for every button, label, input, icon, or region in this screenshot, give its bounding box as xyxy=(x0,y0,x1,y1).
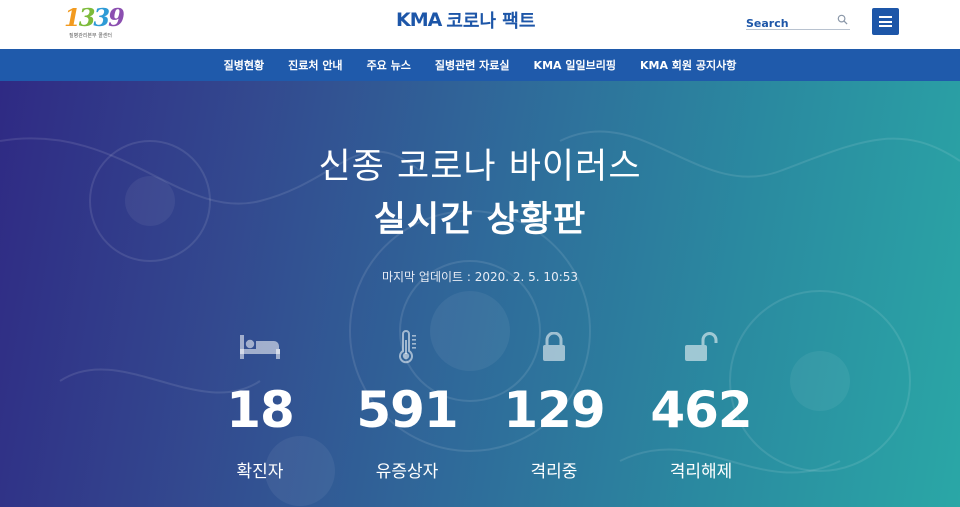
stat-label: 격리해제 xyxy=(669,462,733,482)
nav-item-news[interactable]: 주요 뉴스 xyxy=(355,57,423,73)
stat-label: 격리중 xyxy=(530,462,578,482)
stat-value: 18 xyxy=(226,381,295,439)
nav-item-disease-status[interactable]: 질병현황 xyxy=(212,57,276,73)
1339-logo[interactable]: 1339 질병관리본부 콜센터 xyxy=(64,3,126,41)
stat-confirmed: 18 확진자 xyxy=(185,331,335,482)
last-updated-text: 마지막 업데이트 : 2020. 2. 5. 10:53 xyxy=(381,270,579,284)
stat-value: 591 xyxy=(356,381,458,439)
brand-latin: KMA xyxy=(396,9,442,31)
kma-brand-logo[interactable]: KMA 코로나 팩트 xyxy=(396,8,535,32)
nav-item-member-notices[interactable]: KMA 회원 공지사항 xyxy=(628,57,748,73)
brand-korean: 코로나 팩트 xyxy=(446,11,536,32)
search-box xyxy=(746,12,850,32)
hero-title-line2: 실시간 상황판 xyxy=(373,200,587,240)
search-input[interactable] xyxy=(746,15,830,32)
top-header: 1339 질병관리본부 콜센터 KMA 코로나 팩트 xyxy=(0,0,960,49)
stat-value: 129 xyxy=(503,381,605,439)
stat-value: 462 xyxy=(650,381,752,439)
hamburger-icon-bar xyxy=(879,20,892,23)
hero-title-line1: 신종 코로나 바이러스 xyxy=(318,147,642,187)
thermometer-icon xyxy=(399,330,416,364)
stat-in-quarantine: 129 격리중 xyxy=(479,331,629,482)
bed-icon xyxy=(240,335,280,359)
stat-label: 확진자 xyxy=(236,462,284,482)
search-icon[interactable] xyxy=(837,14,848,25)
hamburger-menu-button[interactable] xyxy=(872,8,899,35)
unlock-icon xyxy=(685,332,718,361)
stat-released: 462 격리해제 xyxy=(626,331,776,482)
hamburger-icon-bar xyxy=(879,25,892,27)
nav-item-daily-briefing[interactable]: KMA 일일브리핑 xyxy=(522,57,628,73)
lock-icon xyxy=(543,332,565,361)
stat-symptomatic: 591 유증상자 xyxy=(332,330,482,482)
hamburger-icon xyxy=(879,16,892,18)
nav-item-resources[interactable]: 질병관련 자료실 xyxy=(423,57,522,73)
nav-item-clinic-info[interactable]: 진료처 안내 xyxy=(276,57,354,73)
logo-digits: 1339 xyxy=(64,3,125,32)
stat-label: 유증상자 xyxy=(375,462,439,482)
status-hero: 신종 코로나 바이러스 실시간 상황판 마지막 업데이트 : 2020. 2. … xyxy=(0,81,960,507)
main-nav: 질병현황 진료처 안내 주요 뉴스 질병관련 자료실 KMA 일일브리핑 KMA… xyxy=(0,49,960,81)
logo-caption: 질병관리본부 콜센터 xyxy=(69,33,112,39)
